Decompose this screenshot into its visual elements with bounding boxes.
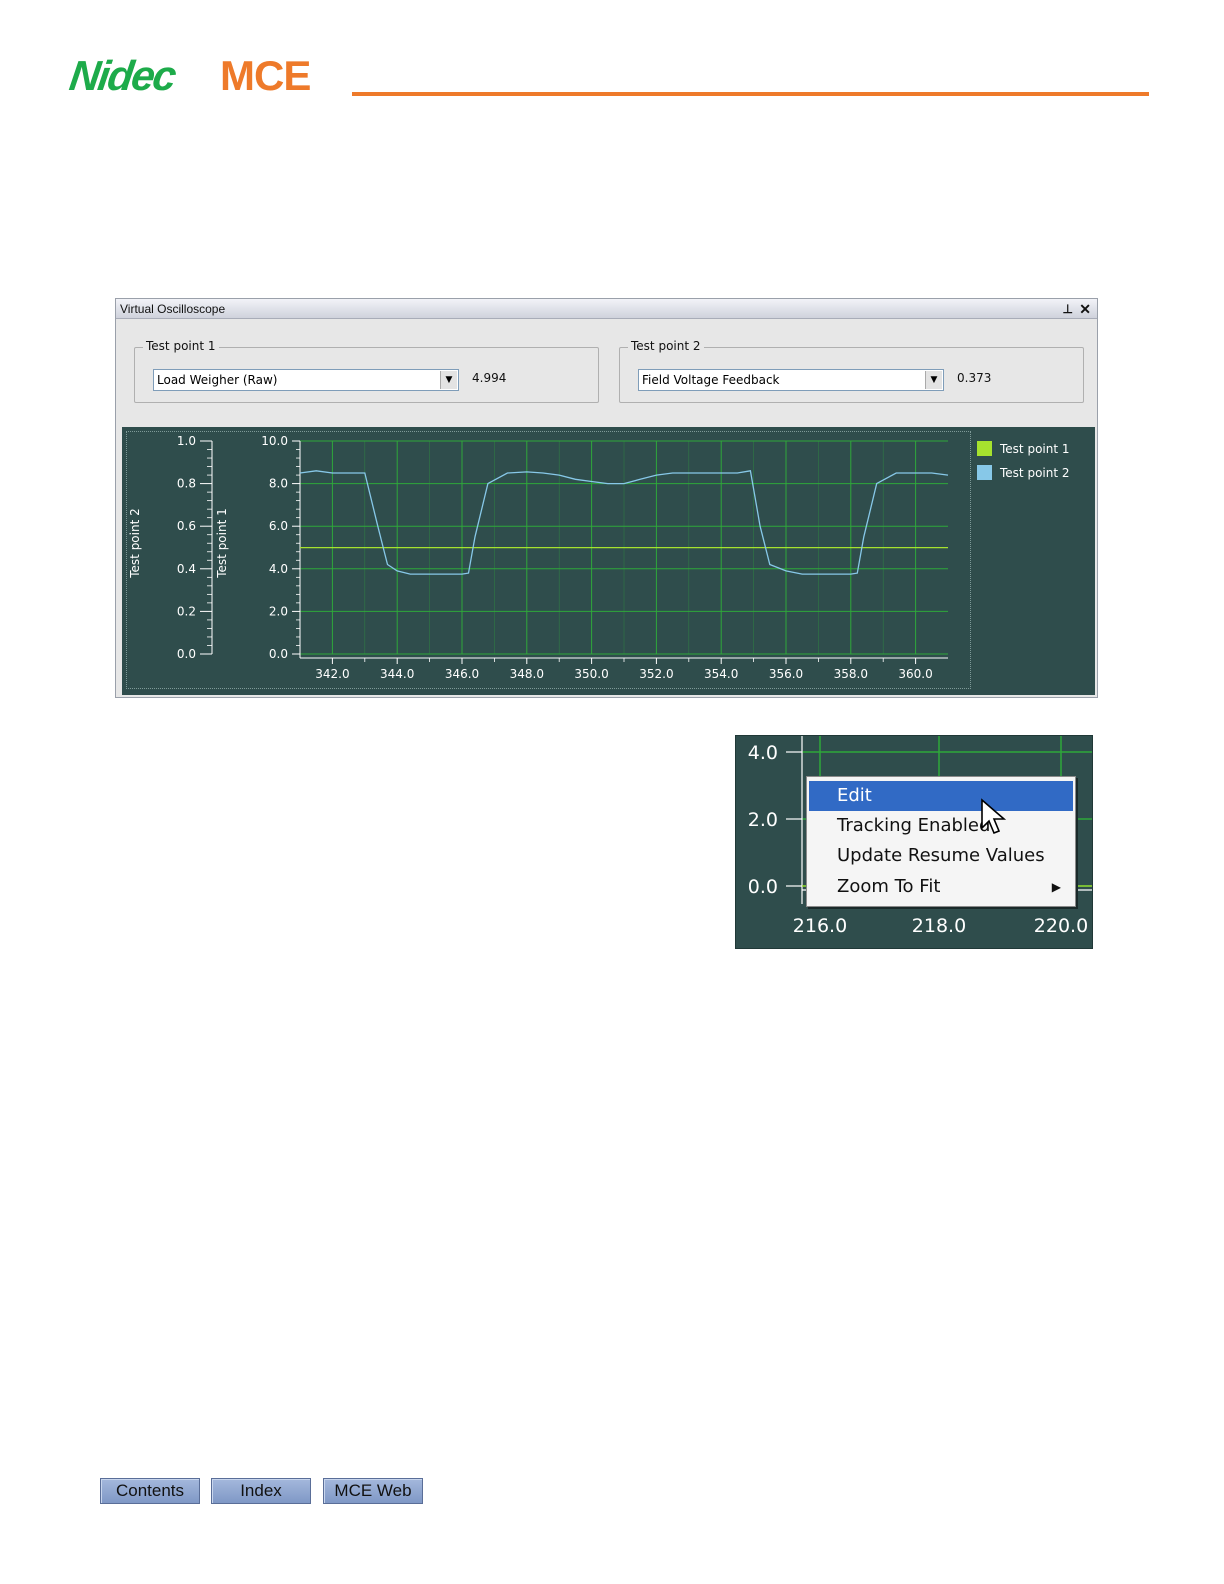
- legend-label: Test point 1: [999, 442, 1070, 456]
- legend-label: Test point 2: [999, 466, 1070, 480]
- virtual-oscilloscope-window: Virtual Oscilloscope ⊥ ✕ Test point 1 Lo…: [115, 298, 1098, 698]
- legend-swatch: [977, 441, 992, 456]
- x-tick-label: 352.0: [639, 667, 673, 681]
- menu-item-tracking-enabled[interactable]: Tracking Enabled: [809, 811, 1073, 841]
- test-point-1-select[interactable]: Load Weigher (Raw) ▼: [153, 369, 459, 391]
- x-tick-label: 218.0: [912, 915, 966, 937]
- right-axis-title: Test point 1: [215, 508, 229, 579]
- y-tick-label: 4.0: [269, 562, 288, 576]
- menu-item-label: Tracking Enabled: [837, 815, 991, 836]
- close-icon[interactable]: ✕: [1079, 299, 1091, 319]
- header-rule: [352, 92, 1149, 96]
- y-tick-label: 0.0: [269, 647, 288, 661]
- triangle-right-icon: ▶: [1051, 880, 1061, 894]
- oscilloscope-chart[interactable]: 0.0 2.0 4.0 6.0 8.0 10.0 0.0 0.2 0.4 0.6 0.8 1.0 Tes…: [122, 427, 1095, 695]
- pin-icon[interactable]: ⊥: [1063, 299, 1073, 319]
- left-axis-title: Test point 2: [128, 508, 142, 579]
- x-tick-label: 358.0: [834, 667, 868, 681]
- logo-nidec: Nidec: [66, 52, 178, 99]
- x-tick-label: 354.0: [704, 667, 738, 681]
- x-tick-label: 346.0: [445, 667, 479, 681]
- contents-button[interactable]: Contents: [100, 1478, 200, 1504]
- x-tick-label: 344.0: [380, 667, 414, 681]
- menu-item-label: Zoom To Fit: [837, 876, 941, 897]
- y-tick-label: 0.4: [177, 562, 196, 576]
- test-point-2-select[interactable]: Field Voltage Feedback ▼: [638, 369, 944, 391]
- menu-item-zoom-to-fit[interactable]: Zoom To Fit ▶: [809, 872, 1073, 902]
- test-point-1-selected: Load Weigher (Raw): [157, 373, 278, 387]
- x-tick-label: 350.0: [574, 667, 608, 681]
- test-point-2-selected: Field Voltage Feedback: [642, 373, 780, 387]
- test-point-1-value: 4.994: [472, 371, 507, 385]
- menu-item-edit[interactable]: Edit: [809, 781, 1073, 811]
- test-point-1-label: Test point 1: [143, 339, 219, 353]
- context-menu: Edit Tracking Enabled Update Resume Valu…: [806, 776, 1076, 907]
- x-tick-label: 342.0: [315, 667, 349, 681]
- y-tick-label: 0.8: [177, 477, 196, 491]
- y-tick-label: 8.0: [269, 477, 288, 491]
- x-tick-label: 360.0: [898, 667, 932, 681]
- y-tick-label: 1.0: [177, 434, 196, 448]
- x-tick-label: 216.0: [793, 915, 847, 937]
- test-point-1-group: Test point 1 Load Weigher (Raw) ▼ 4.994: [134, 339, 599, 403]
- chevron-down-icon[interactable]: ▼: [925, 371, 942, 389]
- y-tick-label: 4.0: [748, 742, 778, 764]
- y-tick-label: 0.0: [748, 876, 778, 898]
- mouse-pointer-icon: [981, 798, 1006, 835]
- x-tick-label: 220.0: [1034, 915, 1088, 937]
- menu-item-label: Edit: [837, 785, 872, 806]
- x-tick-label: 356.0: [769, 667, 803, 681]
- y-tick-label: 2.0: [748, 809, 778, 831]
- test-point-2-value: 0.373: [957, 371, 992, 385]
- window-title-bar[interactable]: Virtual Oscilloscope ⊥ ✕: [116, 299, 1097, 319]
- oscilloscope-plot-area[interactable]: 0.0 2.0 4.0 6.0 8.0 10.0 0.0 0.2 0.4 0.6 0.8 1.0 Tes…: [122, 427, 1095, 695]
- window-title: Virtual Oscilloscope: [120, 302, 226, 316]
- context-menu-inset: 4.0 2.0 0.0 216.0 218.0 220.0 Edit Tracking E…: [735, 735, 1093, 949]
- y-tick-label: 0.6: [177, 519, 196, 533]
- test-point-2-label: Test point 2: [628, 339, 704, 353]
- legend-swatch: [977, 465, 992, 480]
- y-tick-label: 0.2: [177, 604, 196, 618]
- menu-item-label: Update Resume Values: [837, 845, 1045, 866]
- test-point-2-group: Test point 2 Field Voltage Feedback ▼ 0.…: [619, 339, 1084, 403]
- y-tick-label: 0.0: [177, 647, 196, 661]
- y-tick-label: 2.0: [269, 604, 288, 618]
- y-tick-label: 6.0: [269, 519, 288, 533]
- logo-mce: MCE: [220, 52, 311, 99]
- chevron-down-icon[interactable]: ▼: [440, 371, 457, 389]
- index-button[interactable]: Index: [211, 1478, 311, 1504]
- mce-web-button[interactable]: MCE Web: [323, 1478, 423, 1504]
- menu-item-update-resume-values[interactable]: Update Resume Values: [809, 841, 1073, 871]
- y-tick-label: 10.0: [261, 434, 288, 448]
- x-tick-label: 348.0: [510, 667, 544, 681]
